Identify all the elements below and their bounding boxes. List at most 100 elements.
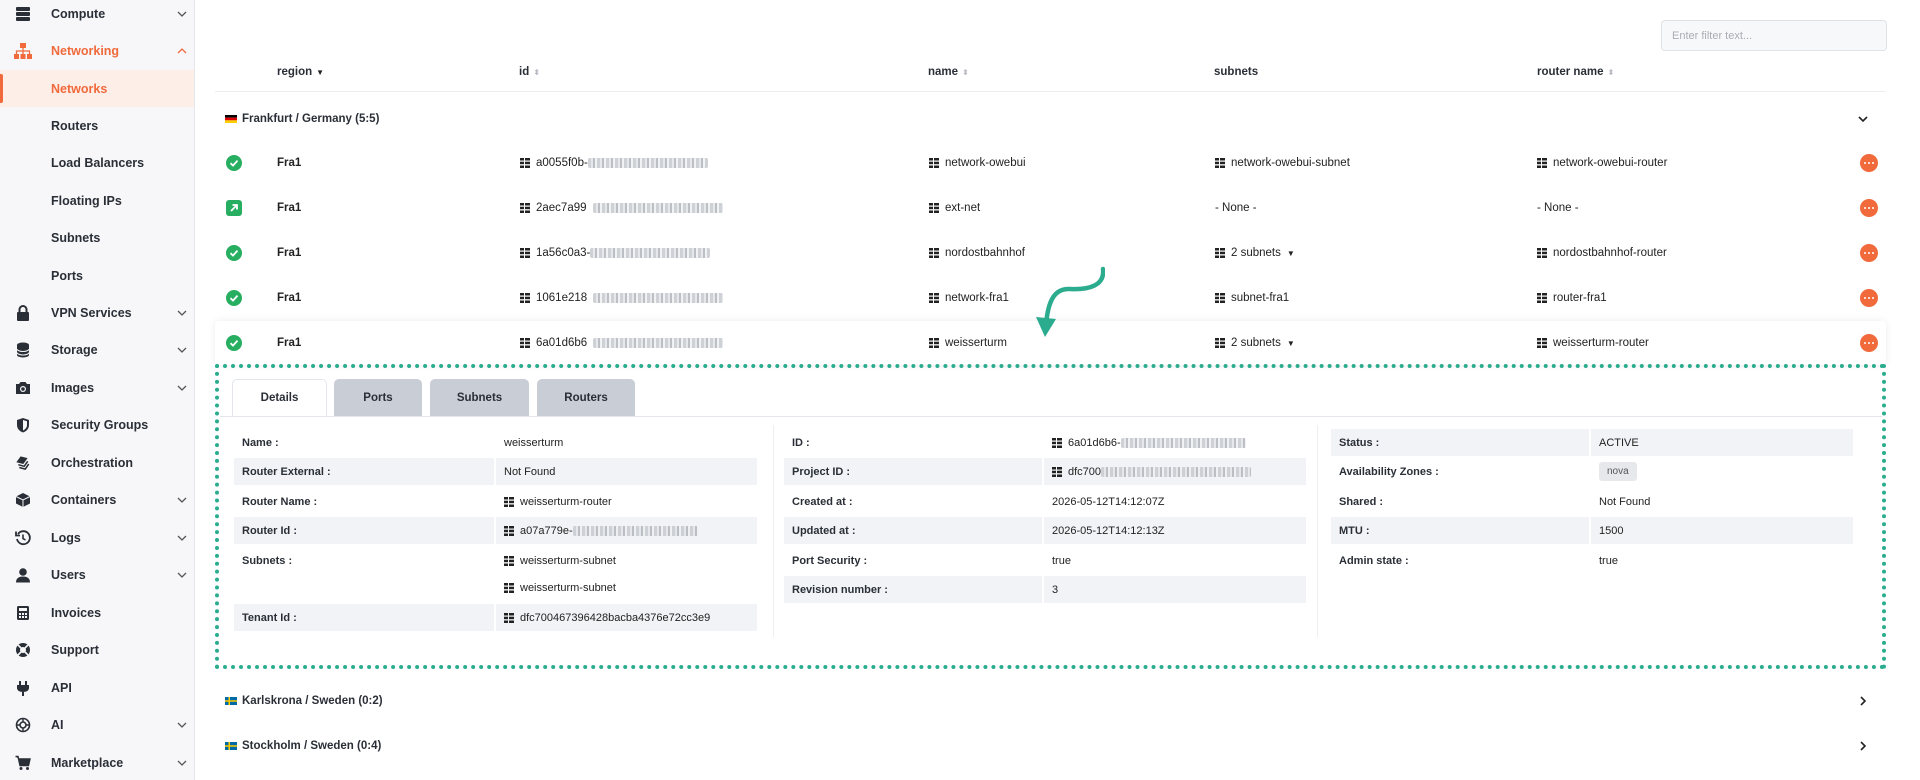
calculator-icon: [14, 604, 32, 622]
sidebar-subitem-subnets[interactable]: Subnets: [0, 219, 194, 256]
subnet-link[interactable]: weisserturm-subnet: [520, 555, 616, 567]
redacted-text: [590, 248, 711, 258]
chevron-down-icon: [177, 722, 187, 728]
lock-icon: [14, 304, 32, 322]
group-row-stockholm[interactable]: Stockholm / Sweden (0:4): [215, 728, 1886, 764]
group-row-frankfurt[interactable]: Frankfurt / Germany (5:5): [215, 101, 1886, 137]
more-options-button[interactable]: [1860, 154, 1878, 172]
more-options-button[interactable]: [1860, 289, 1878, 307]
router-link[interactable]: weisserturm-router: [1553, 337, 1649, 349]
detail-row-revision-number: Revision number : 3: [784, 576, 1306, 603]
network-link[interactable]: network-owebui: [945, 157, 1026, 169]
group-row-karlskrona[interactable]: Karlskrona / Sweden (0:2): [215, 683, 1886, 719]
sidebar-subitem-load-balancers[interactable]: Load Balancers: [0, 144, 194, 181]
table-icon: [520, 248, 530, 258]
redacted-text: [592, 203, 723, 213]
sidebar-subitem-ports[interactable]: Ports: [0, 257, 194, 294]
detail-row-status: Status : ACTIVE: [1331, 429, 1853, 456]
tab-routers[interactable]: Routers: [537, 379, 635, 417]
sidebar-item-support[interactable]: Support: [0, 632, 194, 668]
chevron-right-icon: [1860, 696, 1867, 706]
network-link[interactable]: ext-net: [945, 202, 980, 214]
column-header-id[interactable]: id ⬍: [519, 66, 540, 78]
detail-row-project-id: Project ID : dfc700: [784, 458, 1306, 485]
sidebar-subitem-floating-ips[interactable]: Floating IPs: [0, 182, 194, 219]
sidebar-item-orchestration[interactable]: Orchestration: [0, 445, 194, 481]
sidebar-item-networking[interactable]: Networking: [0, 33, 194, 69]
tenant-id-link[interactable]: dfc700467396428bacba4376e72cc3e9: [520, 612, 710, 624]
subnets-dropdown[interactable]: 2 subnets ▼: [1215, 337, 1295, 349]
tab-details[interactable]: Details: [232, 379, 327, 417]
annotation-arrow-icon: [1036, 266, 1105, 337]
caret-down-icon: ▼: [1286, 338, 1295, 348]
network-link[interactable]: weisserturm: [945, 337, 1007, 349]
detail-row-name: Name : weisserturm: [242, 436, 564, 449]
subnet-link[interactable]: subnet-fra1: [1231, 292, 1289, 304]
chevron-down-icon: [177, 535, 187, 541]
status-value: ACTIVE: [1599, 436, 1639, 449]
table-icon: [504, 612, 514, 623]
tab-subnets[interactable]: Subnets: [430, 379, 529, 417]
router-link[interactable]: nordostbahnhof-router: [1553, 247, 1667, 259]
sidebar-item-users[interactable]: Users: [0, 557, 194, 593]
filter-input[interactable]: [1661, 20, 1887, 51]
router-link[interactable]: network-owebui-router: [1553, 157, 1667, 169]
table-icon: [1537, 338, 1547, 348]
box-icon: [14, 491, 32, 509]
table-icon: [520, 158, 530, 168]
chevron-down-icon: [177, 385, 187, 391]
tab-ports[interactable]: Ports: [334, 379, 422, 417]
sidebar-item-invoices[interactable]: Invoices: [0, 595, 194, 631]
sidebar-subitem-routers[interactable]: Routers: [0, 107, 194, 144]
router-id-link[interactable]: a07a779e-: [520, 525, 573, 537]
sidebar-item-compute[interactable]: Compute: [0, 0, 194, 32]
sort-desc-icon: ▼: [316, 67, 325, 77]
sidebar-item-vpn-services[interactable]: VPN Services: [0, 295, 194, 331]
sort-icon: ⬍: [962, 67, 969, 77]
table-icon: [929, 293, 939, 303]
column-divider: [773, 425, 774, 637]
sidebar-item-security-groups[interactable]: Security Groups: [0, 407, 194, 443]
more-options-button[interactable]: [1860, 334, 1878, 352]
sidebar-item-images[interactable]: Images: [0, 370, 194, 406]
column-header-name[interactable]: name ⬍: [928, 66, 969, 78]
table-row[interactable]: Fra1 2aec7a99 ext-net - None - - None -: [215, 186, 1886, 230]
chevron-up-icon: [177, 48, 187, 54]
chevron-down-icon: [1858, 116, 1868, 123]
subnets-dropdown[interactable]: 2 subnets ▼: [1215, 247, 1295, 259]
sidebar-item-logs[interactable]: Logs: [0, 520, 194, 556]
layers-icon: [14, 454, 32, 472]
table-row[interactable]: Fra1 a0055f0b- network-owebui network-ow…: [215, 141, 1886, 185]
table-icon: [1215, 248, 1225, 258]
server-icon: [14, 5, 32, 23]
detail-row-shared: Shared : Not Found: [1339, 495, 1651, 508]
column-header-router-name[interactable]: router name ⬍: [1537, 66, 1614, 78]
sidebar-item-label: Compute: [51, 7, 106, 21]
germany-flag-icon: [225, 115, 237, 123]
network-link[interactable]: network-fra1: [945, 292, 1009, 304]
project-id-link[interactable]: dfc700: [1068, 466, 1101, 478]
plug-icon: [14, 679, 32, 697]
sidebar-item-api[interactable]: API: [0, 670, 194, 706]
sidebar-item-marketplace[interactable]: Marketplace: [0, 745, 194, 780]
detail-row-subnets-2: weisserturm-subnet: [234, 574, 757, 601]
detail-row-availability-zones: Availability Zones : nova: [1331, 458, 1853, 485]
table-icon: [1052, 466, 1062, 477]
sidebar-subitem-networks[interactable]: Networks: [0, 70, 194, 107]
detail-row-router-id: Router Id : a07a779e-: [234, 517, 757, 544]
router-link[interactable]: weisserturm-router: [520, 496, 612, 508]
sidebar-item-ai[interactable]: AI: [0, 707, 194, 743]
column-header-region[interactable]: region ▼: [277, 66, 324, 78]
status-active-icon: [226, 290, 242, 306]
network-link[interactable]: nordostbahnhof: [945, 247, 1025, 259]
subnet-link[interactable]: network-owebui-subnet: [1231, 157, 1350, 169]
detail-row-tenant-id: Tenant Id : dfc700467396428bacba4376e72c…: [234, 604, 757, 631]
sidebar-item-containers[interactable]: Containers: [0, 482, 194, 518]
redacted-text: [593, 338, 724, 348]
more-options-button[interactable]: [1860, 244, 1878, 262]
more-options-button[interactable]: [1860, 199, 1878, 217]
sidebar-item-storage[interactable]: Storage: [0, 332, 194, 368]
router-link[interactable]: router-fra1: [1553, 292, 1607, 304]
table-icon: [504, 525, 514, 536]
subnet-link[interactable]: weisserturm-subnet: [520, 582, 616, 594]
